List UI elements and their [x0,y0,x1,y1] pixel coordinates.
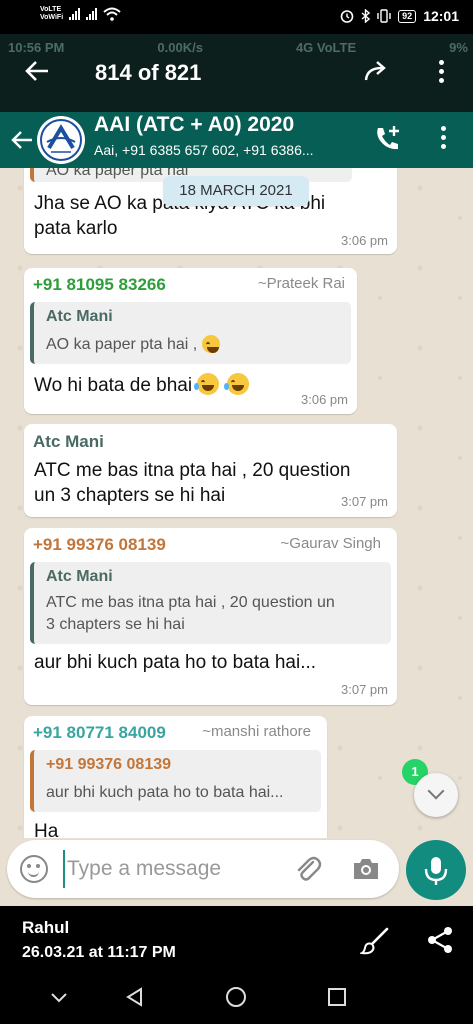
quote-text: aur bhi kuch pata ho to bata hai... [46,784,284,801]
viewer-back-button[interactable] [24,58,50,84]
tongue-emoji-icon [201,335,220,353]
wifi-icon [103,7,121,21]
message-text: aur bhi kuch pata ho to bata hai... [34,652,317,673]
battery-indicator: 92 [398,9,417,23]
ghost-network: 4G VoLTE [295,40,357,55]
message-bubble[interactable]: +91 99376 08139 ~Gaurav Singh Atc Mani A… [24,528,397,705]
edit-brush-icon[interactable] [360,926,390,956]
quote-line: ATC me bas itna pta hai , 20 question un [46,594,335,611]
sender-alias: ~manshi rathore [202,723,311,740]
clock: 12:01 [423,8,459,24]
message-line: un 3 chapters se hi hai [34,485,226,506]
forward-button[interactable] [364,60,390,82]
chat-back-icon[interactable] [10,128,34,152]
sender-phone[interactable]: +91 99376 08139 [33,535,166,555]
background-status-ghost: 10:56 PM 0.00K/s 4G VoLTE 9% [8,40,468,55]
media-sender-name: Rahul [22,918,70,937]
quote-text: ATC me bas itna pta hai , 20 question un… [46,592,335,636]
message-input[interactable] [63,850,283,888]
bluetooth-icon [361,9,371,23]
quote-author: Atc Mani [46,568,113,585]
message-time: 3:06 pm [301,392,348,407]
chat-header: AAI (ATC + A0) 2020 Aai, +91 6385 657 60… [0,112,473,168]
nav-hide-icon[interactable] [48,986,70,1008]
scroll-to-bottom-button[interactable] [414,773,458,817]
vibrate-icon [377,9,391,23]
signal-icon-2 [86,8,98,20]
quote-author: +91 99376 08139 [46,756,172,773]
message-text-row: Wo hi bata de bhai [34,373,251,398]
message-line: ATC me bas itna pta hai , 20 question [34,460,351,481]
quoted-message[interactable]: +91 99376 08139 aur bhi kuch pata ho to … [30,750,321,812]
chat-participants[interactable]: Aai, +91 6385 657 602, +91 6386... [94,142,314,158]
ghost-speed: 0.00K/s [157,40,203,55]
message-bubble[interactable]: +91 81095 83266 ~Prateek Rai Atc Mani AO… [24,268,357,414]
message-time: 3:07 pm [341,494,388,509]
laughing-tears-emoji-icon [223,373,249,395]
add-call-icon[interactable] [372,124,404,154]
message-line: pata karlo [34,218,118,239]
viewer-bottom-bar: Rahul 26.03.21 at 11:17 PM [0,906,473,972]
message-time: 3:07 pm [341,682,388,697]
nav-back-icon[interactable] [124,986,146,1008]
date-divider: 18 MARCH 2021 [163,176,309,206]
message-text: Wo hi bata de bhai [34,375,193,396]
system-navigation-bar [0,972,473,1024]
sender-alias: ~Gaurav Singh [280,535,381,552]
alarm-icon [340,10,354,23]
quote-text: AO ka paper pta hai , [46,336,198,353]
signal-icon [69,8,81,20]
voice-record-button[interactable] [406,840,466,900]
ghost-battery: 9% [449,40,468,55]
message-text: ATC me bas itna pta hai , 20 question un… [34,458,351,508]
emoji-icon[interactable] [20,855,48,883]
viewer-more-button[interactable] [434,60,448,86]
quoted-message[interactable]: Atc Mani ATC me bas itna pta hai , 20 qu… [30,562,391,644]
nav-recents-icon[interactable] [326,986,348,1008]
network-labels: VoLTE VoWiFi [40,6,63,22]
chat-more-button[interactable] [437,126,449,152]
message-text: Ha [34,821,59,838]
ghost-time: 10:56 PM [8,40,65,55]
quoted-message[interactable]: Atc Mani AO ka paper pta hai , [30,302,351,364]
status-left: VoLTE VoWiFi [40,6,121,22]
nav-home-icon[interactable] [225,986,247,1008]
aai-logo-icon [40,119,82,161]
share-icon[interactable] [426,926,454,954]
mic-icon [424,857,448,885]
sender-phone[interactable]: +91 81095 83266 [33,275,166,295]
sender-alias: ~Prateek Rai [257,275,345,292]
message-bubble[interactable]: +91 80771 84009 ~manshi rathore +91 9937… [24,716,327,838]
sender-phone[interactable]: +91 80771 84009 [33,723,166,743]
media-timestamp: 26.03.21 at 11:17 PM [22,944,176,961]
quote-text-row: AO ka paper pta hai , [46,334,222,356]
quote-line: 3 chapters se hi hai [46,616,185,633]
vowifi-label: VoWiFi [40,14,64,21]
image-counter: 814 of 821 [95,60,202,85]
laughing-tears-emoji-icon [194,373,220,395]
quote-author: Atc Mani [46,308,113,325]
attach-icon[interactable] [293,854,323,884]
camera-icon[interactable] [351,856,381,882]
message-time: 3:06 pm [341,233,388,248]
sender-name[interactable]: Atc Mani [33,432,104,452]
chat-area[interactable]: AO ka paper pta hai Jha se AO ka pata ki… [0,168,473,838]
volte-label: VoLTE [40,6,62,13]
chat-title[interactable]: AAI (ATC + A0) 2020 [94,113,294,137]
message-bubble[interactable]: Atc Mani ATC me bas itna pta hai , 20 qu… [24,424,397,517]
composer [7,840,399,898]
status-right: 92 12:01 [340,8,459,24]
group-avatar[interactable] [37,116,85,164]
status-bar: VoLTE VoWiFi 92 12:01 [0,0,473,34]
